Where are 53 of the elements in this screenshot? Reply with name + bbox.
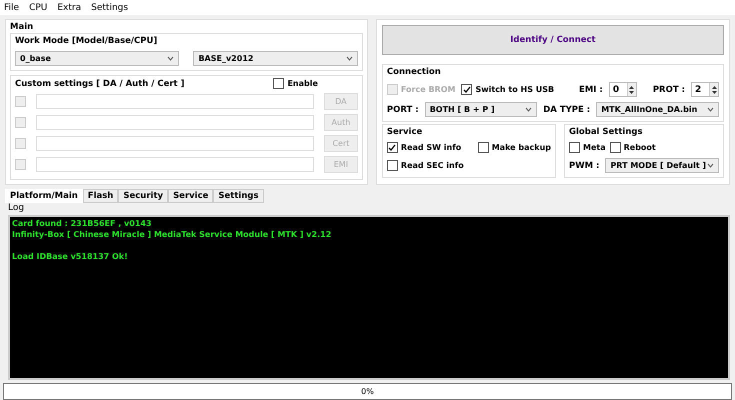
pwm-dropdown[interactable]: PRT MODE [ Default ]: [605, 158, 719, 173]
checkbox[interactable]: Make backup: [478, 142, 551, 153]
tab[interactable]: Service: [168, 189, 214, 203]
checkbox[interactable]: Switch to HS USB: [461, 84, 554, 95]
model-dropdown[interactable]: 0_base: [15, 51, 180, 66]
spin-arrows-icon[interactable]: [626, 83, 636, 96]
progress-text: 0%: [361, 387, 374, 396]
group-title: Service: [386, 127, 424, 137]
log-label: Log: [7, 203, 26, 214]
port-dropdown[interactable]: BOTH [ B + P ]: [424, 102, 538, 117]
da-type-dropdown[interactable]: MTK_AllInOne_DA.bin: [596, 102, 719, 117]
checkbox[interactable]: Enable: [273, 78, 318, 89]
port-label: PORT :: [386, 104, 419, 114]
identify-connect-button[interactable]: Identify / Connect: [382, 25, 724, 55]
log-line: Card found : 231B56EF , v0143: [12, 218, 152, 229]
group-title: Main: [10, 22, 34, 32]
group-title: Custom settings [ DA / Auth / Cert ]: [15, 78, 184, 88]
input-field[interactable]: [36, 136, 314, 151]
checkmark-icon: [462, 86, 471, 94]
checkbox[interactable]: Read SW info: [386, 142, 464, 153]
prot-spinner[interactable]: 2: [691, 82, 719, 97]
log-line: Infinity-Box [ Chinese Miracle ] MediaTek Service Module [ MTK ] v2.12: [12, 229, 332, 240]
checkmark-icon: [388, 144, 396, 152]
tab[interactable]: Settings: [213, 189, 264, 203]
pwm-label: PWM :: [569, 160, 600, 170]
caret-icon: [167, 56, 174, 61]
checkbox[interactable]: Meta: [569, 142, 606, 153]
checkbox[interactable]: Read SEC info: [386, 160, 464, 171]
spin-arrows-icon[interactable]: [709, 83, 718, 96]
tab[interactable]: Security: [118, 189, 168, 203]
caret-icon: [525, 107, 532, 112]
input-field[interactable]: [36, 157, 314, 172]
base-dropdown[interactable]: BASE_v2012: [193, 51, 358, 66]
da-type-label: DA TYPE :: [543, 104, 590, 114]
menu-item[interactable]: Extra: [57, 2, 82, 12]
menu-item[interactable]: Settings: [91, 2, 128, 12]
group-title: Work Mode [Model/Base/CPU]: [15, 36, 158, 46]
caret-icon: [346, 56, 353, 61]
tab[interactable]: Flash: [82, 189, 118, 203]
caret-icon: [707, 107, 714, 112]
menu-item[interactable]: CPU: [29, 2, 48, 12]
log-line: Load IDBase v518137 Ok!: [12, 251, 128, 262]
input-field[interactable]: [36, 94, 314, 109]
emi-spinner[interactable]: 0: [608, 82, 637, 97]
input-field[interactable]: [36, 115, 314, 130]
emi-label: EMI :: [579, 84, 603, 94]
checkbox[interactable]: Reboot: [610, 142, 656, 153]
group-title: Global Settings: [569, 127, 644, 137]
group-title: Connection: [386, 67, 442, 77]
tab[interactable]: Platform/Main: [5, 189, 83, 203]
menu-item[interactable]: File: [4, 2, 20, 12]
caret-icon: [707, 163, 714, 168]
prot-label: PROT :: [652, 84, 685, 94]
